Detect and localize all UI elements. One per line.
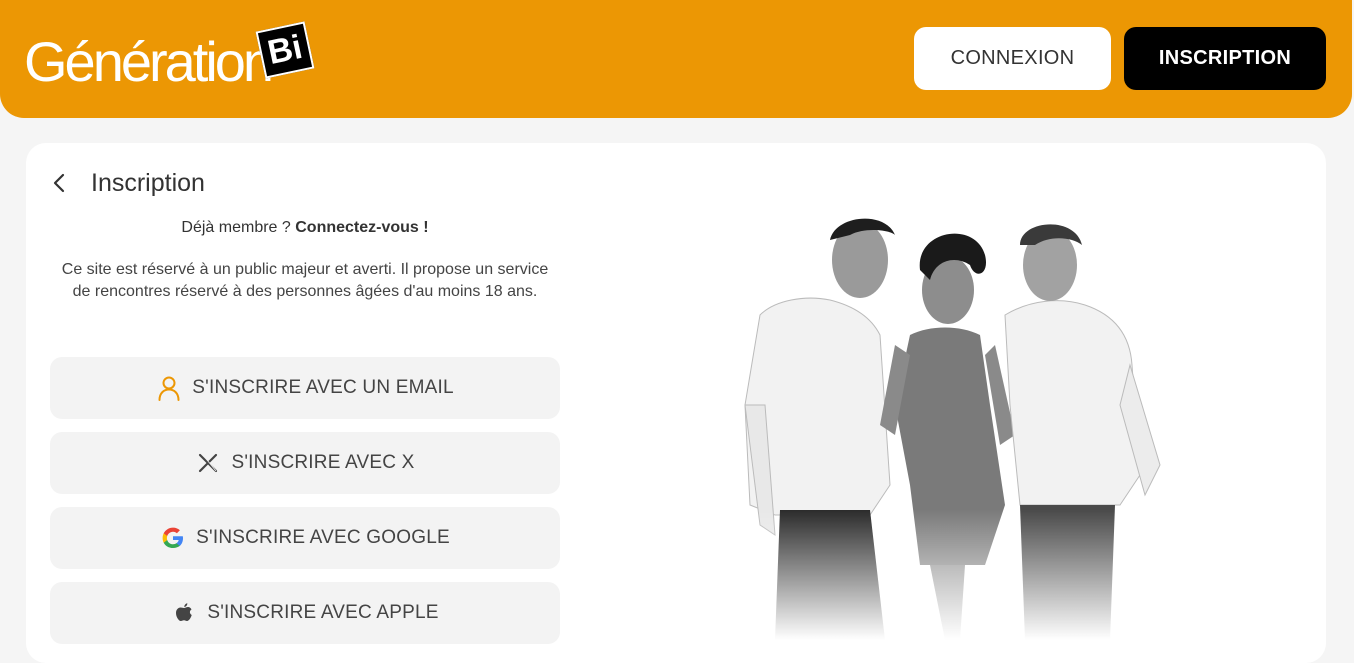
site-header: Génération Bi CONNEXION INSCRIPTION xyxy=(0,0,1352,118)
logo-badge: Bi xyxy=(255,21,315,79)
signup-email-button[interactable]: S'INSCRIRE AVEC UN EMAIL xyxy=(50,357,560,419)
login-link[interactable]: Connectez-vous ! xyxy=(295,219,428,236)
x-logo-icon xyxy=(195,450,221,476)
page-title: Inscription xyxy=(91,169,205,197)
signup-button[interactable]: INSCRIPTION xyxy=(1124,27,1326,90)
apple-logo-icon xyxy=(171,600,197,626)
user-icon xyxy=(156,375,182,401)
google-logo-icon xyxy=(160,525,186,551)
age-disclaimer: Ce site est réservé à un public majeur e… xyxy=(61,261,549,300)
couple-trio-photo xyxy=(720,205,1180,640)
signup-google-button[interactable]: S'INSCRIRE AVEC GOOGLE xyxy=(50,507,560,569)
back-arrow-icon[interactable] xyxy=(48,170,70,196)
logo-text: Génération xyxy=(24,30,274,93)
site-logo[interactable]: Génération Bi xyxy=(24,21,324,96)
login-button[interactable]: CONNEXION xyxy=(914,27,1111,90)
signup-x-button[interactable]: S'INSCRIRE AVEC X xyxy=(50,432,560,494)
member-prompt-text: Déjà membre ? xyxy=(181,219,296,236)
member-prompt: Déjà membre ? Connectez-vous ! xyxy=(50,219,560,237)
signup-google-label: S'INSCRIRE AVEC GOOGLE xyxy=(196,527,450,548)
signup-apple-label: S'INSCRIRE AVEC APPLE xyxy=(207,602,439,623)
signup-x-label: S'INSCRIRE AVEC X xyxy=(231,452,415,473)
signup-apple-button[interactable]: S'INSCRIRE AVEC APPLE xyxy=(50,582,560,644)
signup-email-label: S'INSCRIRE AVEC UN EMAIL xyxy=(192,377,454,398)
